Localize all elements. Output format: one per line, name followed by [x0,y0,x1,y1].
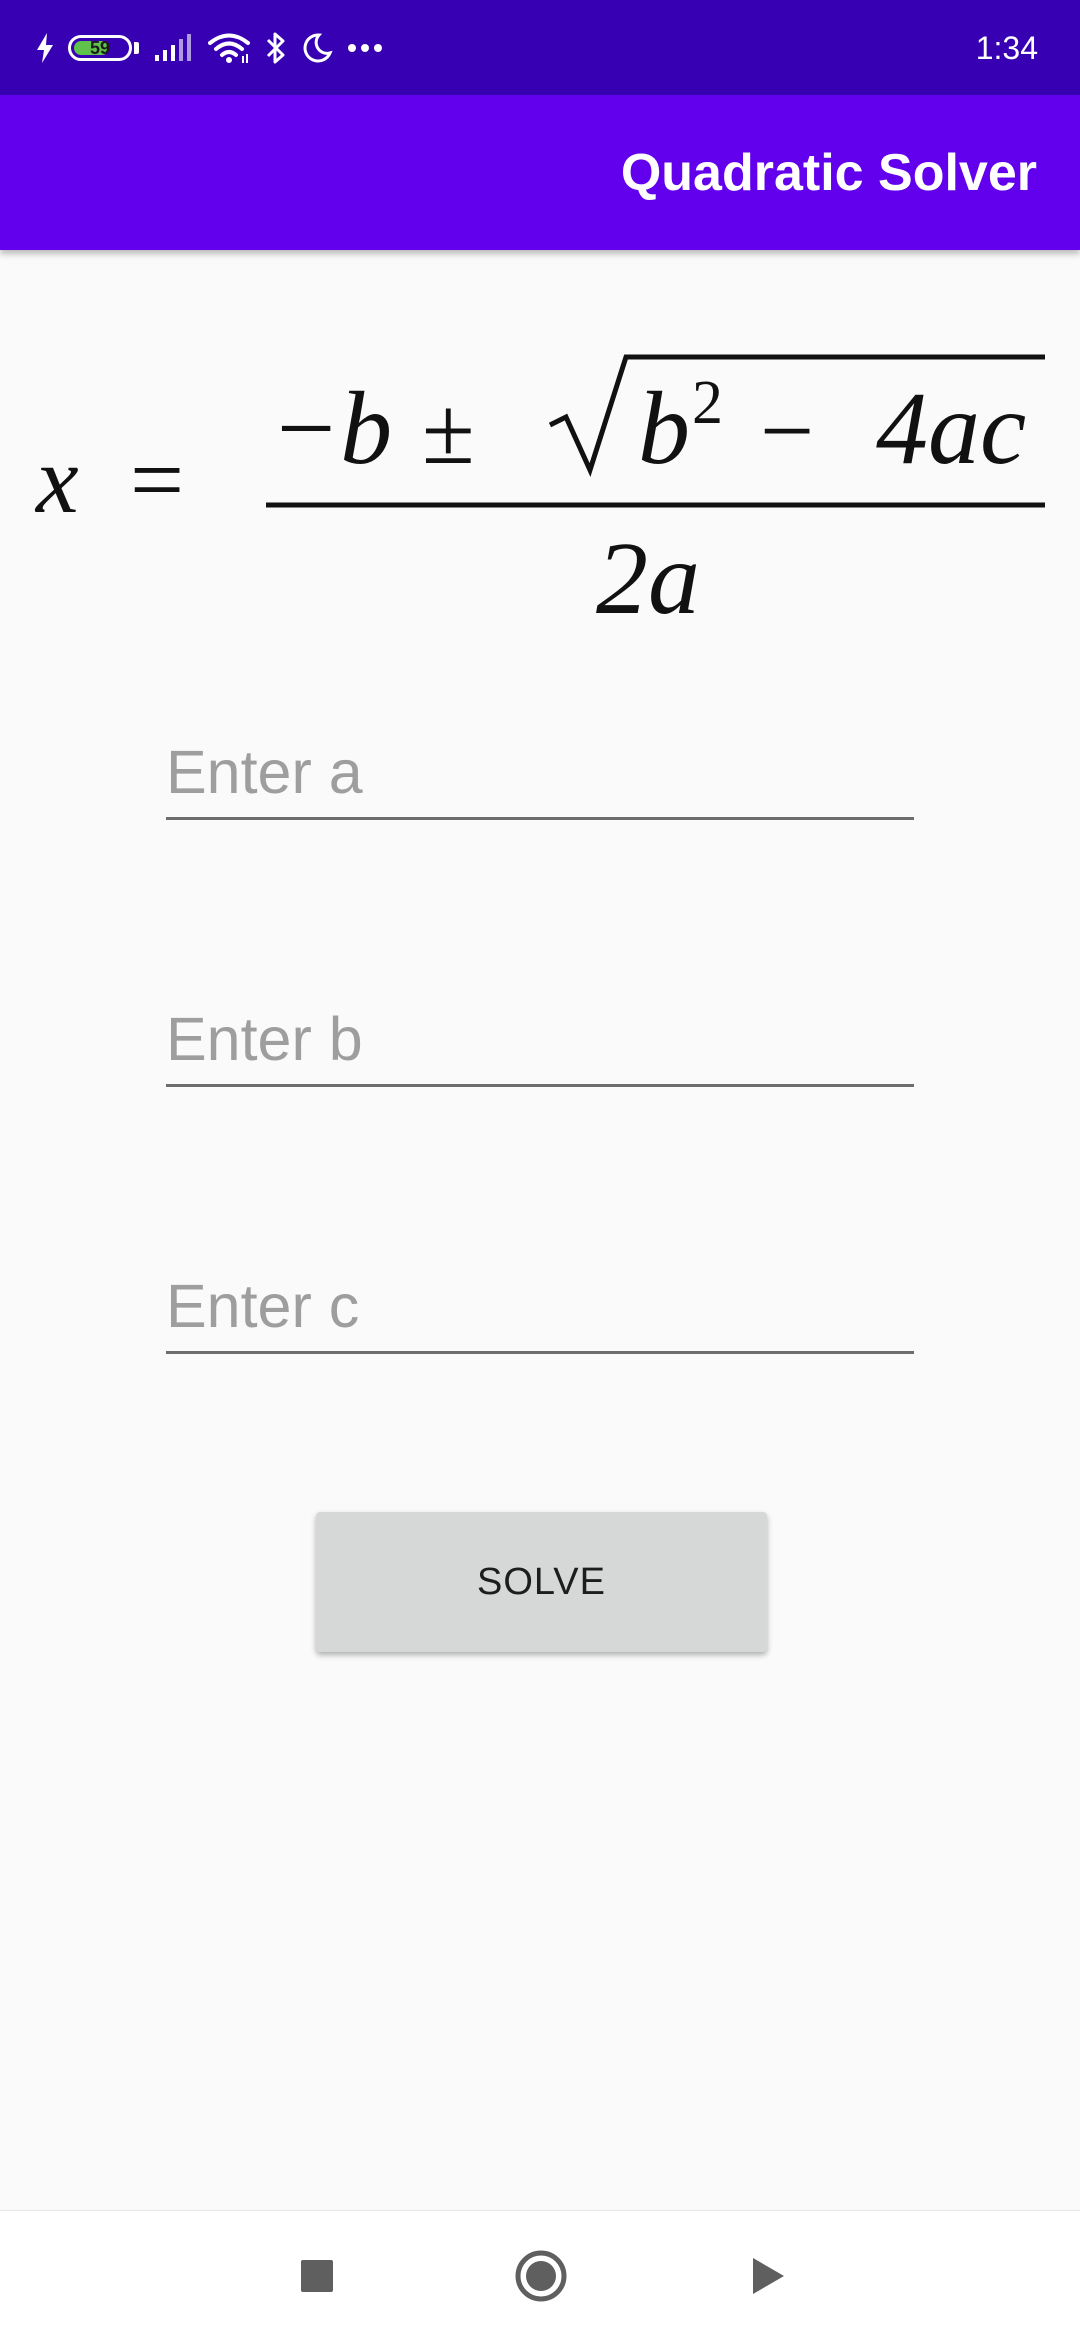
formula-b: b [638,371,690,486]
battery-icon: 59 [68,35,139,61]
c-input[interactable] [166,1271,914,1341]
formula-denominator: 2a [596,521,700,635]
back-triangle-icon [753,2258,784,2294]
formula-plus-minus: ± [422,377,475,484]
formula-minus: − [760,377,814,484]
formula-x: x [34,426,79,533]
c-input-field[interactable] [166,1256,914,1354]
recents-button[interactable] [257,2211,377,2341]
navigation-bar [0,2210,1080,2341]
b-input[interactable] [166,1004,914,1074]
recents-square-icon [301,2260,333,2292]
formula-minus-b: −b [270,371,392,486]
more-dots-icon [347,43,383,53]
b-input-field[interactable] [166,989,914,1087]
status-bar: 59 1:34 [0,0,1080,95]
battery-body: 59 [68,35,132,61]
app-title: Quadratic Solver [620,144,1037,202]
a-input[interactable] [166,737,914,807]
home-circle-icon [515,2250,567,2302]
quadratic-formula-image: x = −b ± b 2 − 4ac 2a [34,354,1045,635]
charging-bolt-icon [36,33,54,63]
formula-four-ac: 4ac [876,371,1026,486]
formula-exponent: 2 [692,369,723,437]
home-button[interactable] [481,2211,601,2341]
status-icons: 59 [36,26,383,70]
status-time: 1:34 [975,30,1038,66]
battery-level: 59 [89,37,111,58]
battery-tip [134,42,139,54]
app-bar: Quadratic Solver [0,95,1080,250]
formula-equals: = [130,426,184,533]
do-not-disturb-moon-icon [301,32,333,64]
back-button[interactable] [708,2211,828,2341]
cellular-signal-icon [153,33,193,63]
wifi-icon [207,32,251,64]
a-input-field[interactable] [166,722,914,820]
solve-button[interactable]: SOLVE [316,1512,767,1652]
bluetooth-icon [265,31,287,65]
